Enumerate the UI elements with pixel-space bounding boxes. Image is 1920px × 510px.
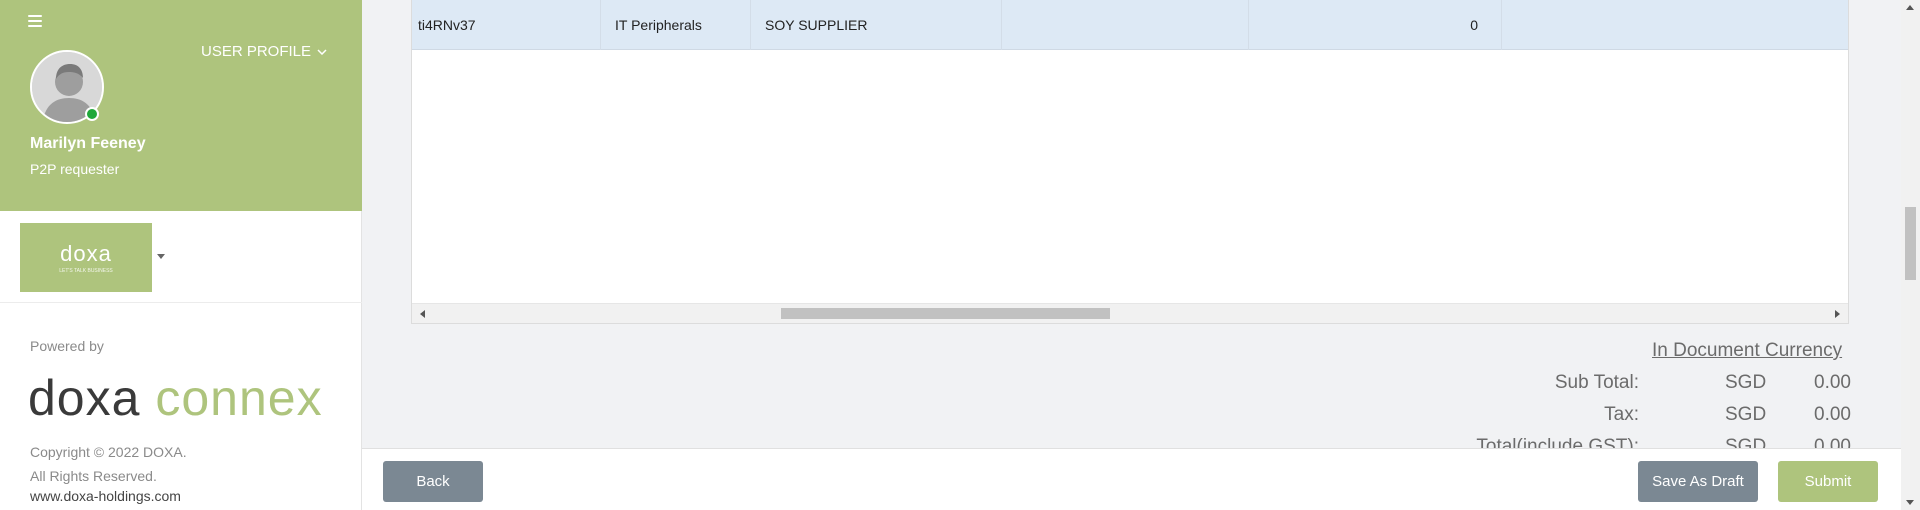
scroll-right-icon[interactable] (1835, 310, 1840, 318)
submit-button[interactable]: Submit (1778, 461, 1878, 502)
brand-logo-part2: connex (155, 370, 323, 426)
vertical-scroll-thumb[interactable] (1905, 207, 1916, 280)
user-profile-dropdown[interactable]: USER PROFILE (201, 43, 327, 60)
company-logo-name: doxa (60, 241, 112, 266)
subtotal-label: Sub Total: (1554, 372, 1639, 393)
subtotal-currency: SGD (1725, 372, 1767, 393)
scroll-down-icon[interactable] (1906, 500, 1914, 505)
totals-header: In Document Currency (1652, 340, 1843, 361)
tax-value: 0.00 (1814, 404, 1851, 425)
online-status-indicator (85, 107, 99, 121)
action-footer: Back Save As Draft Submit (362, 448, 1920, 510)
cell-item-code: ti4RNv37 (412, 0, 601, 50)
subtotal-value: 0.00 (1814, 372, 1851, 393)
copyright-line2: All Rights Reserved. (30, 468, 157, 484)
website-link[interactable]: www.doxa-holdings.com (30, 488, 181, 504)
horizontal-scrollbar[interactable] (412, 303, 1848, 323)
horizontal-scroll-thumb[interactable] (781, 308, 1110, 319)
brand-logo: doxa connex (28, 368, 323, 428)
powered-by-label: Powered by (30, 338, 104, 354)
cell-empty-1 (1002, 0, 1249, 50)
copyright-line1: Copyright © 2022 DOXA. (30, 444, 187, 460)
tax-label: Tax: (1604, 404, 1639, 425)
sidebar: USER PROFILE Marilyn Feeney P2P requeste… (0, 0, 362, 510)
company-selector: doxa LET'S TALK BUSINESS (0, 211, 362, 303)
brand-logo-part1: doxa (28, 370, 141, 426)
save-as-draft-button[interactable]: Save As Draft (1638, 461, 1758, 502)
scroll-up-icon[interactable] (1906, 5, 1914, 10)
hamburger-icon[interactable] (28, 15, 42, 27)
user-role: P2P requester (30, 161, 120, 177)
user-profile-label: USER PROFILE (201, 43, 312, 60)
company-logo[interactable]: doxa LET'S TALK BUSINESS (20, 223, 152, 292)
cell-supplier: SOY SUPPLIER (751, 0, 1002, 50)
user-name: Marilyn Feeney (30, 135, 146, 152)
scroll-left-icon[interactable] (420, 310, 425, 318)
cell-empty-2 (1502, 0, 1848, 50)
back-button[interactable]: Back (383, 461, 483, 502)
chevron-down-icon (317, 48, 327, 55)
table-row[interactable]: ti4RNv37 IT Peripherals SOY SUPPLIER 0 (412, 0, 1848, 50)
items-table: ti4RNv37 IT Peripherals SOY SUPPLIER 0 (411, 0, 1849, 324)
copyright: Copyright © 2022 DOXA. All Rights Reserv… (30, 440, 187, 488)
tax-currency: SGD (1725, 404, 1767, 425)
vertical-scrollbar[interactable] (1901, 0, 1920, 510)
cell-category: IT Peripherals (601, 0, 751, 50)
cell-quantity: 0 (1249, 0, 1502, 50)
caret-down-icon[interactable] (157, 254, 165, 259)
main-content: ti4RNv37 IT Peripherals SOY SUPPLIER 0 I… (362, 0, 1920, 510)
company-logo-tagline: LET'S TALK BUSINESS (59, 268, 113, 274)
profile-panel: USER PROFILE Marilyn Feeney P2P requeste… (0, 0, 362, 211)
